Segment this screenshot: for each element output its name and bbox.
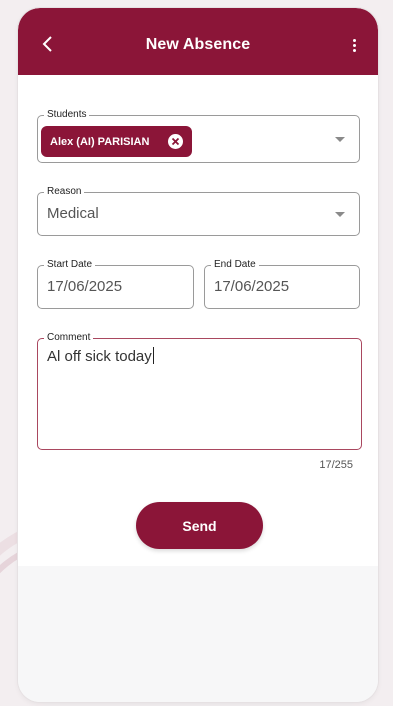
bottom-area (18, 566, 378, 702)
student-chip[interactable]: Alex (AI) PARISIAN (41, 126, 192, 157)
start-date-label: Start Date (44, 258, 96, 272)
comment-input[interactable]: Al off sick today (47, 347, 155, 365)
end-date-field[interactable]: End Date 17/06/2025 (204, 258, 360, 309)
close-icon (171, 137, 180, 146)
reason-value: Medical (47, 205, 99, 222)
student-chip-label: Alex (AI) PARISIAN (50, 135, 150, 148)
chevron-down-icon[interactable] (335, 212, 345, 217)
more-vert-icon[interactable] (344, 34, 364, 56)
app-bar: New Absence (18, 8, 378, 75)
chip-remove-button[interactable] (168, 134, 183, 149)
end-date-label: End Date (211, 258, 259, 272)
comment-label: Comment (44, 331, 94, 345)
app-screen: New Absence Students Alex (AI) PARISIAN … (18, 8, 378, 702)
page-title: New Absence (145, 36, 251, 53)
character-counter: 17/255 (319, 459, 353, 471)
reason-select[interactable]: Reason Medical (37, 185, 360, 236)
comment-field[interactable]: Comment Al off sick today (37, 331, 362, 450)
students-select[interactable]: Students Alex (AI) PARISIAN (37, 108, 360, 163)
reason-label: Reason (44, 185, 85, 199)
text-caret (152, 347, 155, 364)
start-date-field[interactable]: Start Date 17/06/2025 (37, 258, 194, 309)
comment-text: Al off sick today (47, 348, 152, 365)
end-date-value: 17/06/2025 (214, 278, 290, 295)
students-label: Students (44, 108, 90, 122)
chevron-down-icon[interactable] (335, 137, 345, 142)
send-button[interactable]: Send (136, 502, 263, 549)
start-date-value: 17/06/2025 (47, 278, 123, 295)
